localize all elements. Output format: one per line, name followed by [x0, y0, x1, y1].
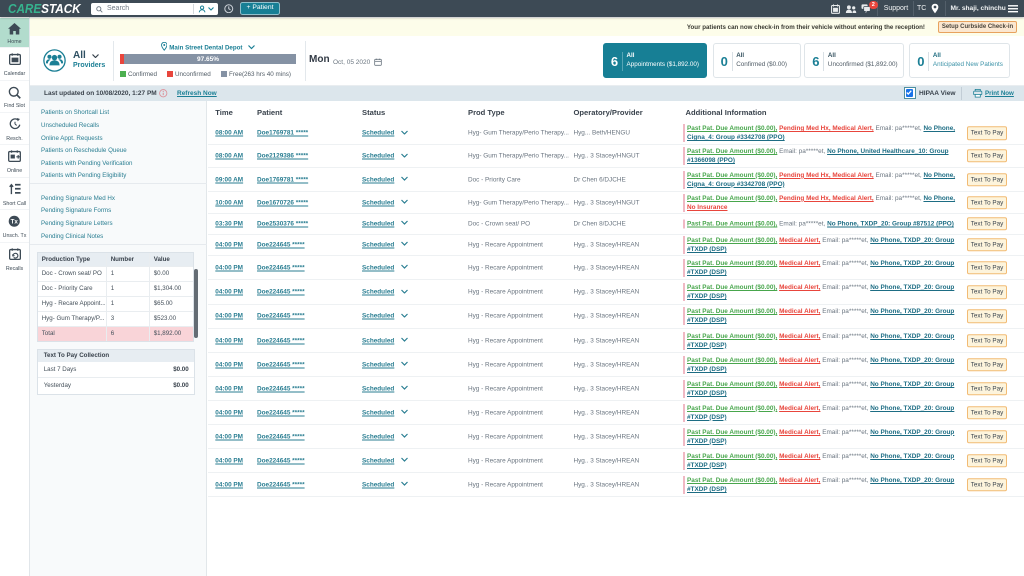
svg-text:Tx: Tx — [11, 219, 19, 226]
